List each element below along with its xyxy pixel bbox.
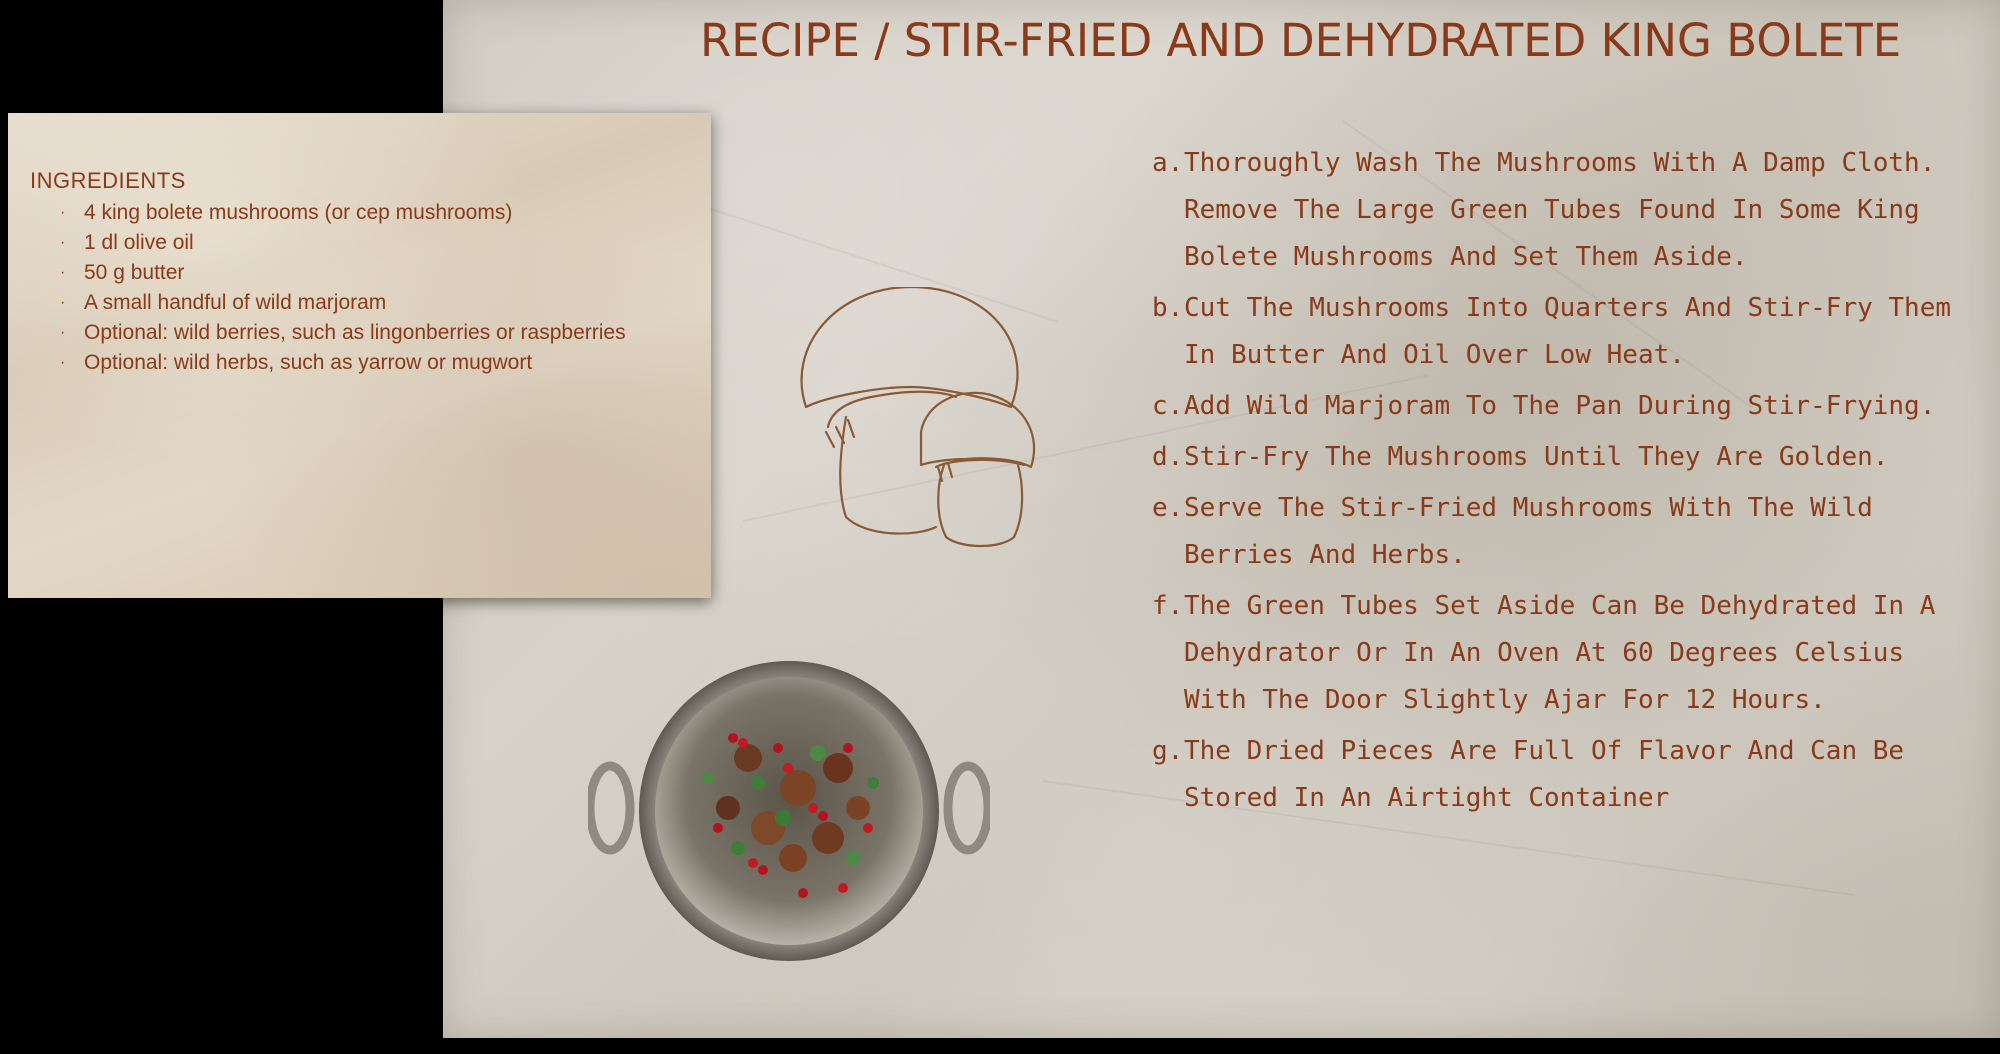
- step-marker: f.: [1152, 591, 1184, 621]
- step-marker: g.: [1152, 736, 1184, 766]
- step-item: f. The Green Tubes Set Aside Can Be Dehyd…: [1152, 583, 1982, 724]
- ingredient-item: · 50 g butter: [30, 258, 680, 288]
- step-marker: d.: [1152, 442, 1184, 472]
- ingredients-heading: INGREDIENTS: [30, 168, 186, 193]
- pan-handle-left: [588, 761, 635, 855]
- recipe-steps: a. Thoroughly Wash The Mushrooms With A D…: [1152, 140, 1982, 826]
- step-item: e. Serve The Stir-Fried Mushrooms With Th…: [1152, 485, 1982, 579]
- page-title: RECIPE / STIR-FRIED AND DEHYDRATED KING …: [700, 14, 1902, 67]
- bullet-icon: ·: [60, 354, 66, 371]
- step-item: g. The Dried Pieces Are Full Of Flavor An…: [1152, 728, 1982, 822]
- step-marker: b.: [1152, 293, 1184, 323]
- bullet-icon: ·: [60, 324, 66, 341]
- mushroom-outline-icon: [800, 287, 1036, 547]
- pan-with-mushrooms-photo: [588, 661, 990, 961]
- ingredient-item: · 4 king bolete mushrooms (or cep mushroo…: [30, 198, 680, 228]
- step-marker: a.: [1152, 148, 1184, 178]
- ingredient-item: · A small handful of wild marjoram: [30, 288, 680, 318]
- bullet-icon: ·: [60, 294, 66, 311]
- step-item: d. Stir-Fry The Mushrooms Until They Are …: [1152, 434, 1982, 481]
- step-item: b. Cut The Mushrooms Into Quarters And St…: [1152, 285, 1982, 379]
- ingredients-card: INGREDIENTS · 4 king bolete mushrooms (or…: [8, 113, 711, 598]
- pan-handle-right: [943, 761, 990, 855]
- ingredient-item: · Optional: wild berries, such as lingonb…: [30, 318, 680, 348]
- ingredient-item: · 1 dl olive oil: [30, 228, 680, 258]
- bullet-icon: ·: [60, 234, 66, 251]
- ingredients-list: · 4 king bolete mushrooms (or cep mushroo…: [30, 198, 680, 378]
- step-item: c. Add Wild Marjoram To The Pan During St…: [1152, 383, 1982, 430]
- ingredient-item: · Optional: wild herbs, such as yarrow or…: [30, 348, 680, 378]
- step-marker: c.: [1152, 391, 1184, 421]
- bullet-icon: ·: [60, 204, 66, 221]
- step-item: a. Thoroughly Wash The Mushrooms With A D…: [1152, 140, 1982, 281]
- bullet-icon: ·: [60, 264, 66, 281]
- step-marker: e.: [1152, 493, 1184, 523]
